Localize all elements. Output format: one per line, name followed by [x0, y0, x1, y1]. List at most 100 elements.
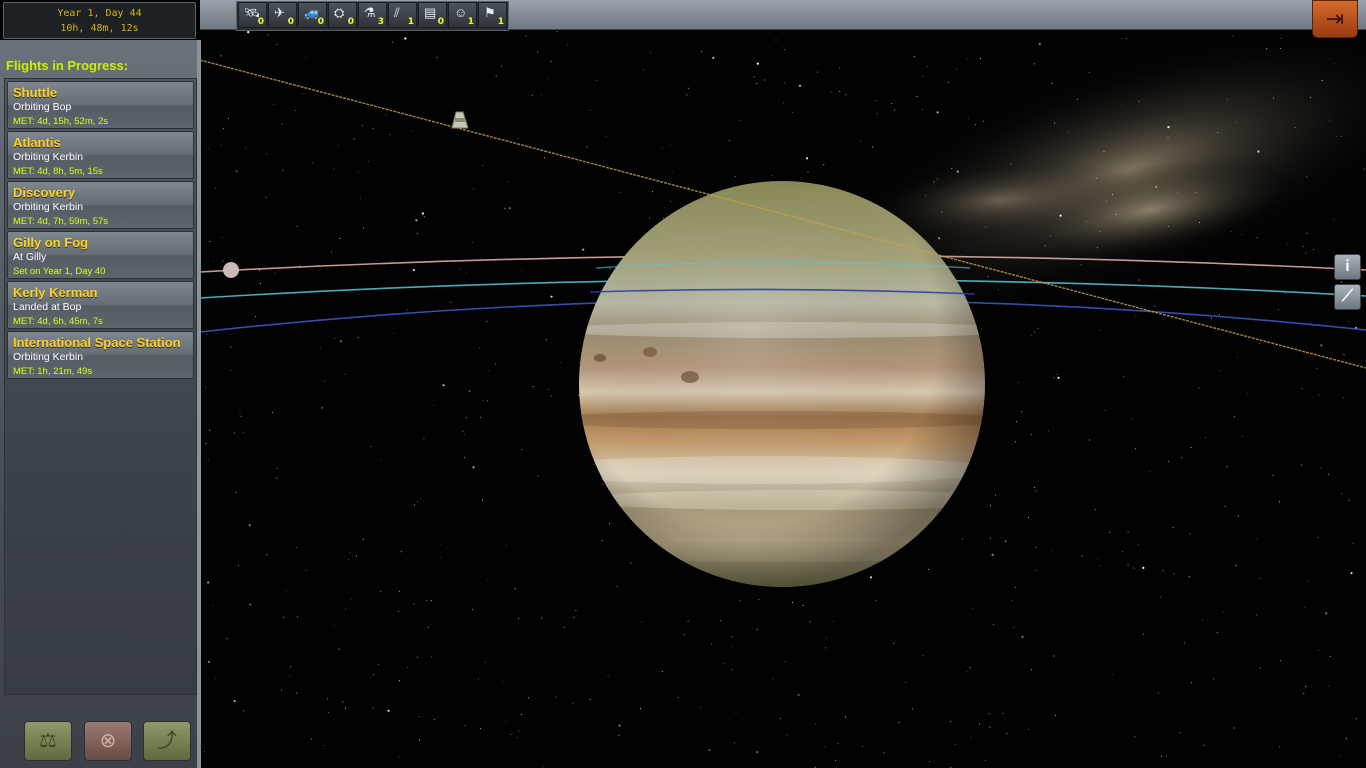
filter-science[interactable]: ⚗ 3	[358, 2, 387, 28]
star	[1028, 728, 1030, 730]
exit-button[interactable]: ⇥	[1312, 0, 1358, 38]
star	[735, 712, 737, 714]
star	[248, 524, 251, 527]
filter-rover[interactable]: 🚙 0	[298, 2, 327, 28]
star	[378, 664, 380, 666]
star	[1086, 221, 1088, 223]
star	[980, 58, 981, 59]
lander-icon: ⛭	[334, 5, 345, 20]
star	[1280, 37, 1282, 39]
flight-item[interactable]: Gilly on Fog At Gilly Set on Year 1, Day 4…	[7, 231, 194, 279]
star	[544, 157, 546, 159]
star	[500, 65, 502, 67]
star	[319, 347, 321, 349]
star	[784, 82, 786, 84]
star	[700, 51, 702, 53]
star	[1348, 321, 1350, 323]
filter-flag[interactable]: ⚑ 1	[478, 2, 507, 28]
star	[563, 626, 565, 628]
star	[734, 176, 736, 178]
star	[1318, 394, 1320, 396]
info-button[interactable]: i	[1334, 254, 1361, 280]
star	[245, 147, 246, 149]
star	[362, 125, 363, 126]
star	[933, 181, 935, 183]
star	[235, 170, 238, 173]
orbit-tool-button[interactable]: ⟋	[1334, 284, 1361, 310]
star	[1126, 38, 1128, 40]
star	[271, 411, 273, 413]
filter-probe[interactable]: 🛰 0	[238, 2, 267, 28]
star	[642, 69, 644, 70]
star	[230, 346, 232, 348]
star	[985, 226, 987, 228]
star	[1317, 649, 1319, 651]
star	[792, 111, 793, 113]
star	[294, 110, 296, 111]
star	[783, 102, 785, 104]
star	[323, 744, 325, 746]
star	[670, 200, 672, 202]
star	[507, 181, 509, 183]
flight-item[interactable]: Atlantis Orbiting Kerbin MET: 4d, 8h, 5m, …	[7, 131, 194, 179]
star	[1013, 626, 1015, 628]
map-view[interactable]	[0, 0, 1366, 768]
star	[1303, 692, 1305, 694]
star	[662, 148, 663, 149]
star	[532, 386, 534, 387]
star	[1080, 264, 1082, 266]
flight-item[interactable]: International Space Station Orbiting Kerb…	[7, 331, 194, 379]
terminate-flight-button[interactable]: ⊗	[84, 721, 132, 761]
star	[1035, 546, 1037, 548]
star	[972, 607, 974, 609]
star	[792, 601, 793, 603]
star	[898, 721, 900, 723]
star	[525, 35, 527, 37]
star	[473, 188, 474, 190]
filter-ship[interactable]: ✈ 0	[268, 2, 297, 28]
recover-vessel-button[interactable]: ⤴	[143, 721, 191, 761]
star	[527, 697, 529, 699]
star	[259, 282, 261, 284]
flight-list[interactable]: Shuttle Orbiting Bop MET: 4d, 15h, 52m, 2s…	[4, 78, 197, 695]
star	[222, 260, 224, 262]
filter-lander[interactable]: ⛭ 0	[328, 2, 357, 28]
star	[273, 103, 275, 105]
star	[1287, 243, 1289, 244]
star	[1173, 573, 1175, 575]
star	[393, 332, 395, 334]
star	[312, 162, 314, 164]
star	[929, 760, 931, 762]
star	[276, 44, 278, 46]
filter-eva[interactable]: ☺ 1	[448, 2, 477, 28]
star	[215, 677, 217, 679]
flight-name: Gilly on Fog	[13, 235, 89, 250]
flight-item[interactable]: Kerly Kerman Landed at Bop MET: 4d, 6h, 45…	[7, 281, 194, 329]
star	[276, 467, 278, 469]
star	[220, 55, 222, 57]
star	[353, 138, 355, 140]
edit-vessel-button[interactable]: ⚖	[24, 721, 72, 761]
star	[956, 170, 959, 173]
filter-count: 3	[377, 17, 384, 27]
moon-marker[interactable]	[223, 262, 239, 278]
star	[450, 301, 452, 303]
star	[823, 164, 825, 166]
filter-debris[interactable]: ⫽ 1	[388, 2, 417, 28]
star	[213, 260, 215, 262]
star	[954, 743, 956, 745]
star	[404, 37, 407, 40]
flight-item[interactable]: Discovery Orbiting Kerbin MET: 4d, 7h, 59m…	[7, 181, 194, 229]
star	[891, 103, 893, 104]
star	[575, 610, 577, 612]
star	[1356, 718, 1358, 720]
flight-item[interactable]: Shuttle Orbiting Bop MET: 4d, 15h, 52m, 2s	[7, 81, 194, 129]
star	[296, 546, 297, 548]
filter-base[interactable]: ▤ 0	[418, 2, 447, 28]
star	[1036, 569, 1038, 571]
star	[209, 429, 211, 431]
star	[350, 598, 352, 600]
star	[1266, 48, 1268, 50]
star	[1122, 551, 1123, 553]
star	[1198, 387, 1200, 389]
